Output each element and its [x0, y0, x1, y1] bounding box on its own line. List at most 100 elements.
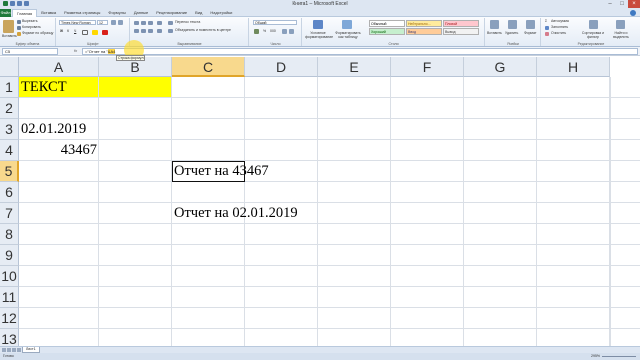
shrink-font-icon[interactable] — [118, 20, 123, 25]
spreadsheet-grid[interactable]: A B C D E F G H 1 2 3 4 5 6 7 8 9 10 11 12 13 ТЕКСТ 02.01.2019… — [0, 57, 640, 346]
tab-data[interactable]: Данные — [130, 9, 152, 17]
column-header-g[interactable]: G — [464, 57, 537, 77]
format-as-table-icon[interactable] — [342, 20, 352, 29]
row-header-2[interactable]: 2 — [0, 98, 19, 119]
paste-button[interactable]: Вставить — [2, 34, 17, 38]
orientation-icon[interactable] — [157, 21, 162, 25]
font-size-select[interactable]: 12 — [97, 20, 108, 25]
row-header-4[interactable]: 4 — [0, 140, 19, 161]
tab-addins[interactable]: Надстройки — [206, 9, 236, 17]
cell-a4[interactable]: 43467 — [19, 140, 97, 161]
insert-cells-button[interactable]: Вставить — [487, 31, 502, 35]
align-top-icon[interactable] — [134, 21, 139, 25]
autosum-icon[interactable]: Σ — [545, 19, 547, 23]
minimize-icon[interactable]: – — [604, 0, 616, 8]
tab-insert[interactable]: Вставка — [37, 9, 60, 17]
delete-cells-icon[interactable] — [508, 20, 517, 29]
column-header-c[interactable]: C — [172, 57, 245, 77]
align-right-icon[interactable] — [148, 29, 153, 33]
bold-icon[interactable]: Ж — [60, 29, 63, 33]
merge-center-icon[interactable] — [168, 29, 173, 33]
row-header-10[interactable]: 10 — [0, 266, 19, 287]
sort-filter-icon[interactable] — [589, 20, 598, 29]
align-bottom-icon[interactable] — [148, 21, 153, 25]
row-header-6[interactable]: 6 — [0, 182, 19, 203]
copy-icon[interactable] — [17, 26, 21, 30]
align-center-icon[interactable] — [141, 29, 146, 33]
row-header-9[interactable]: 9 — [0, 245, 19, 266]
italic-icon[interactable]: К — [67, 29, 69, 33]
find-select-icon[interactable] — [616, 20, 625, 29]
format-cells-button[interactable]: Формат — [524, 31, 536, 35]
decrease-decimal-icon[interactable] — [289, 29, 294, 34]
cell-style-bad[interactable]: Плохой — [443, 20, 479, 27]
row-header-1[interactable]: 1 — [0, 77, 19, 98]
increase-decimal-icon[interactable] — [282, 29, 287, 34]
conditional-formatting-button[interactable]: Условное форматирование — [305, 31, 333, 39]
font-family-select[interactable]: Times New Roman — [59, 20, 96, 25]
formula-input[interactable]: ="Отчет на "&A4 — [82, 48, 638, 55]
clear-button[interactable]: Очистить — [551, 31, 566, 35]
zoom-level[interactable]: 295% — [591, 354, 600, 358]
cell-style-input[interactable]: Ввод — [406, 28, 442, 35]
first-sheet-icon[interactable] — [2, 348, 6, 352]
prev-sheet-icon[interactable] — [7, 348, 11, 352]
last-sheet-icon[interactable] — [17, 348, 21, 352]
cell-style-normal[interactable]: Обычный — [369, 20, 405, 27]
file-tab[interactable]: Файл — [0, 9, 11, 17]
row-header-7[interactable]: 7 — [0, 203, 19, 224]
wrap-text-button[interactable]: Перенос текста — [175, 20, 200, 24]
cell-a1[interactable]: ТЕКСТ — [21, 77, 67, 98]
merge-center-button[interactable]: Объединить и поместить в центре — [175, 28, 231, 32]
align-left-icon[interactable] — [134, 29, 139, 33]
cell-style-output[interactable]: Вывод — [443, 28, 479, 35]
row-header-5[interactable]: 5 — [0, 161, 19, 182]
number-format-select[interactable]: Общий — [253, 20, 297, 25]
tab-page-layout[interactable]: Разметка страницы — [60, 9, 104, 17]
wrap-text-icon[interactable] — [168, 21, 173, 25]
cut-icon[interactable] — [17, 20, 21, 24]
close-icon[interactable]: × — [628, 0, 640, 8]
cell-a3[interactable]: 02.01.2019 — [21, 119, 86, 140]
row-header-8[interactable]: 8 — [0, 224, 19, 245]
align-middle-icon[interactable] — [141, 21, 146, 25]
comma-style-icon[interactable]: 000 — [270, 29, 276, 33]
select-all-corner[interactable] — [0, 57, 19, 77]
font-color-icon[interactable] — [102, 30, 108, 35]
zoom-slider[interactable] — [602, 356, 636, 357]
tab-formulas[interactable]: Формулы — [104, 9, 129, 17]
insert-function-icon[interactable]: fx — [74, 48, 77, 53]
row-header-11[interactable]: 11 — [0, 287, 19, 308]
cell-c7[interactable]: Отчет на 02.01.2019 — [174, 203, 298, 224]
column-header-h[interactable]: H — [537, 57, 610, 77]
column-header-f[interactable]: F — [391, 57, 464, 77]
clear-icon[interactable] — [545, 32, 549, 36]
next-sheet-icon[interactable] — [12, 348, 16, 352]
tab-review[interactable]: Рецензирование — [152, 9, 191, 17]
find-select-button[interactable]: Найти и выделить — [608, 31, 634, 39]
format-as-table-button[interactable]: Форматировать как таблицу — [334, 31, 362, 39]
tab-view[interactable]: Вид — [191, 9, 206, 17]
row-header-13[interactable]: 13 — [0, 329, 19, 346]
cut-button[interactable]: Вырезать — [22, 19, 38, 23]
cell-style-good[interactable]: Хороший — [369, 28, 405, 35]
tab-home[interactable]: Главная — [12, 9, 38, 17]
column-header-d[interactable]: D — [245, 57, 318, 77]
format-painter-icon[interactable] — [17, 32, 21, 36]
grow-font-icon[interactable] — [111, 20, 116, 25]
percent-icon[interactable]: % — [263, 29, 266, 33]
borders-icon[interactable] — [82, 30, 88, 35]
help-icon[interactable] — [630, 10, 636, 16]
fill-color-icon[interactable] — [92, 30, 98, 35]
fill-button[interactable]: Заполнить — [551, 25, 568, 29]
maximize-icon[interactable]: □ — [616, 0, 628, 8]
name-box[interactable]: C5 — [2, 48, 58, 55]
fill-icon[interactable] — [545, 26, 549, 30]
column-header-a[interactable]: A — [19, 57, 99, 77]
paste-icon[interactable] — [3, 20, 14, 33]
insert-cells-icon[interactable] — [490, 20, 499, 29]
cell-style-neutral[interactable]: Нейтрально... — [406, 20, 442, 27]
copy-button[interactable]: Копировать — [22, 25, 41, 29]
format-painter-button[interactable]: Формат по образцу — [22, 31, 53, 35]
row-header-12[interactable]: 12 — [0, 308, 19, 329]
